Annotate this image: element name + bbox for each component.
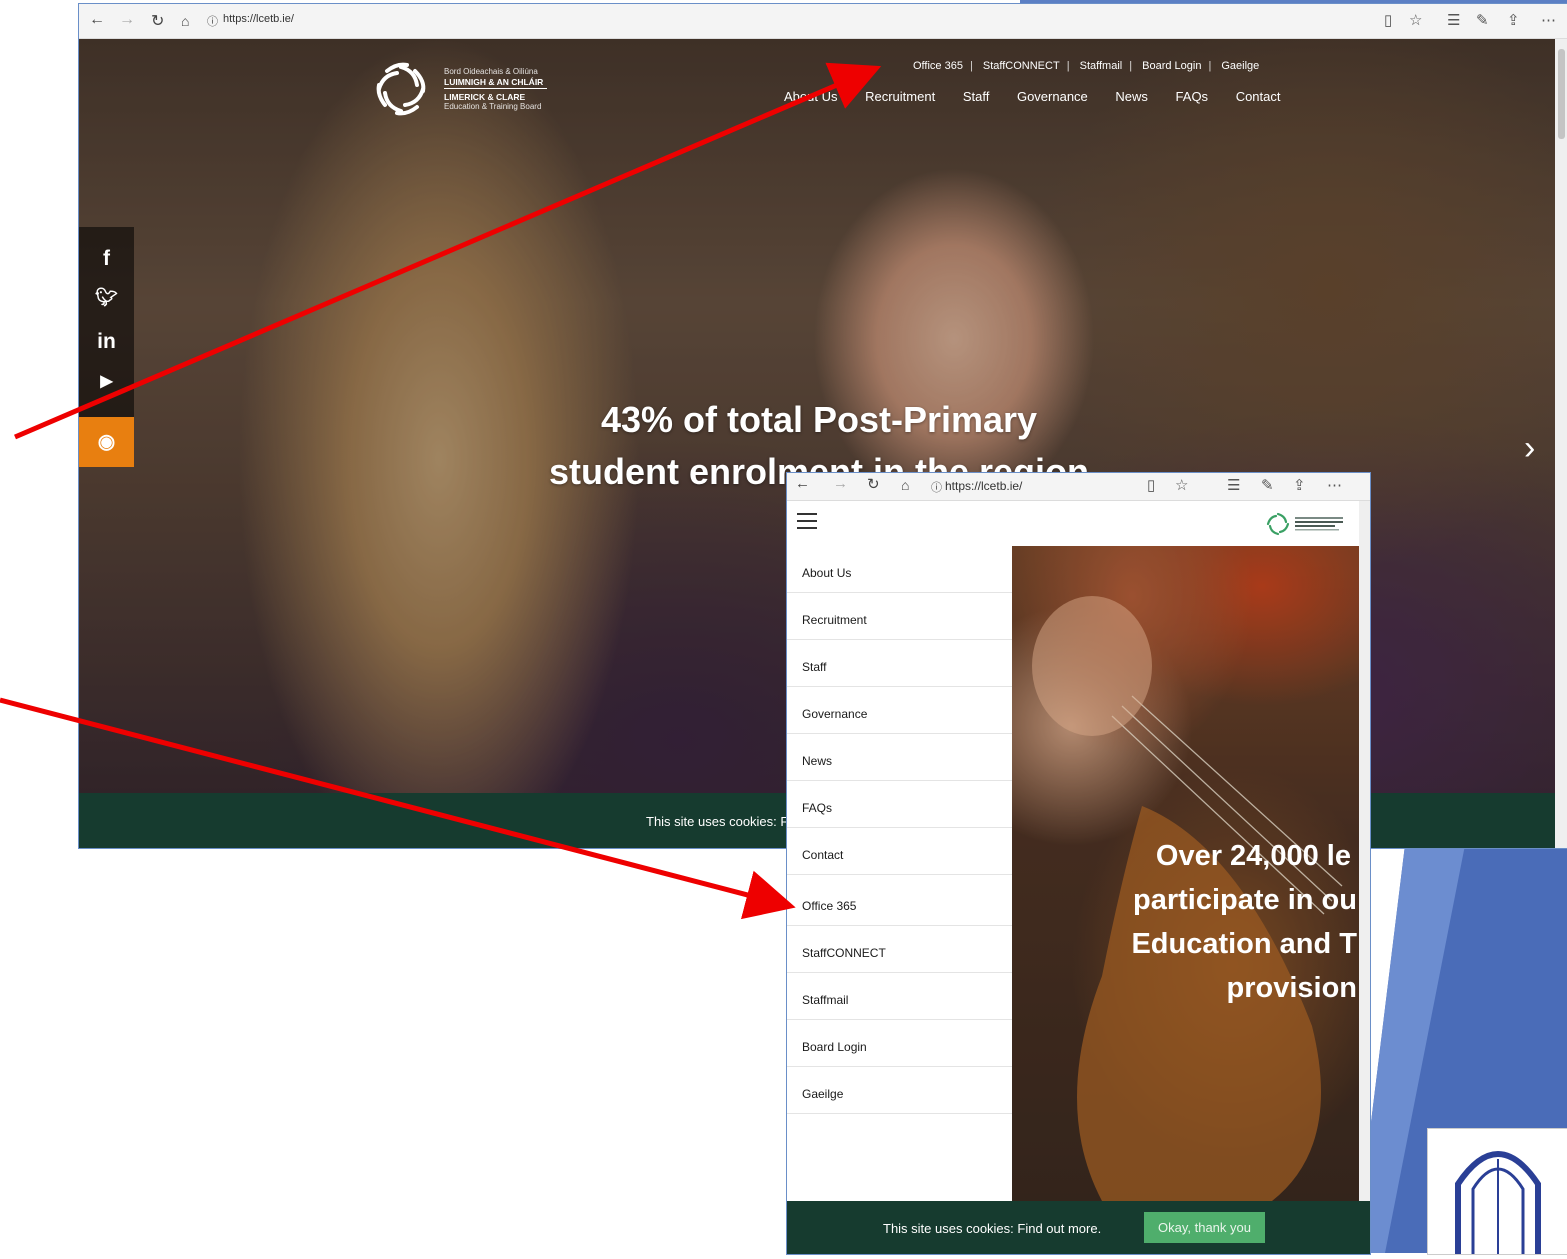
menu-item-label: FAQs	[802, 801, 833, 815]
top-links: Office 365 | StaffCONNECT | Staffmail | Boa…	[913, 60, 1260, 72]
small-headline-line-4: provision	[1226, 972, 1357, 1004]
menu-item-recruitment[interactable]: Recruitment	[787, 593, 1012, 640]
address-bar[interactable]: https://lcetb.ie/	[223, 13, 294, 25]
mobile-menu: About Us Recruitment Staff Governance Ne…	[787, 546, 1012, 1201]
site-logo-small[interactable]	[1265, 511, 1347, 537]
mobile-browser-window: ← → ↻ ⌂ ⓘ https://lcetb.ie/ ▯ ☆ ☰ ✎ ⇪ ⋯ …	[786, 472, 1371, 1255]
share-icon[interactable]: ⇪	[1293, 476, 1306, 494]
slider-next-icon[interactable]: ›	[1524, 429, 1535, 468]
menu-item-label: Board Login	[802, 1040, 867, 1054]
cookie-accept-button[interactable]: Okay, thank you	[1144, 1212, 1265, 1243]
small-headline-line-1: Over 24,000 le	[1155, 840, 1351, 872]
top-link-staffconnect[interactable]: StaffCONNECT	[983, 60, 1060, 72]
menu-item-label: About Us	[802, 566, 852, 580]
top-link-staffmail[interactable]: Staffmail	[1080, 60, 1123, 72]
more-icon[interactable]: ⋯	[1541, 11, 1556, 29]
favorites-list-icon[interactable]: ☰	[1447, 11, 1460, 29]
refresh-icon[interactable]: ↻	[151, 11, 164, 31]
favorite-star-icon[interactable]: ☆	[1175, 476, 1188, 494]
hero-image-small: Over 24,000 le participate in ou Educati…	[1012, 546, 1359, 1201]
pen-icon[interactable]: ✎	[1476, 11, 1489, 29]
nav-news[interactable]: News	[1115, 89, 1148, 104]
reading-view-icon[interactable]: ▯	[1384, 11, 1392, 29]
menu-item-label: Governance	[802, 707, 868, 721]
twitter-icon[interactable]: 🐦︎	[79, 287, 134, 308]
slide-seal-image	[1427, 1128, 1567, 1255]
menu-item-governance[interactable]: Governance	[787, 687, 1012, 734]
menu-item-contact[interactable]: Contact	[787, 828, 1012, 875]
home-icon[interactable]: ⌂	[181, 13, 189, 29]
top-link-board-login[interactable]: Board Login	[1142, 60, 1201, 72]
linkedin-icon[interactable]: in	[79, 330, 134, 354]
menu-item-staffmail[interactable]: Staffmail	[787, 973, 1012, 1020]
spiral-logo-icon	[376, 62, 426, 116]
logo-line-2: LUIMNIGH & AN CHLÁIR	[444, 77, 544, 87]
home-icon[interactable]: ⌂	[901, 477, 909, 493]
youtube-icon[interactable]: ▶	[79, 371, 134, 391]
menu-item-label: Gaeilge	[802, 1087, 844, 1101]
top-link-office365[interactable]: Office 365	[913, 60, 963, 72]
accessibility-button[interactable]: ◉	[79, 417, 134, 467]
menu-item-news[interactable]: News	[787, 734, 1012, 781]
logo-line-4: Education & Training Board	[444, 102, 542, 111]
favorites-list-icon[interactable]: ☰	[1227, 476, 1240, 494]
menu-item-office365[interactable]: Office 365	[787, 879, 1012, 926]
menu-item-label: Recruitment	[802, 613, 867, 627]
menu-item-label: News	[802, 754, 833, 768]
vertical-scrollbar[interactable]	[1555, 39, 1567, 848]
forward-icon[interactable]: →	[119, 11, 135, 29]
small-hero-headline: Over 24,000 le participate in ou Educati…	[1012, 834, 1359, 1010]
cookie-text: This site uses cookies: F	[646, 814, 789, 829]
menu-item-gaeilge[interactable]: Gaeilge	[787, 1067, 1012, 1114]
back-icon[interactable]: ←	[795, 475, 810, 492]
menu-item-staff[interactable]: Staff	[787, 640, 1012, 687]
share-icon[interactable]: ⇪	[1507, 11, 1520, 29]
nav-about-us[interactable]: About Us	[784, 89, 837, 104]
menu-item-board-login[interactable]: Board Login	[787, 1020, 1012, 1067]
cookie-text-small: This site uses cookies: Find out more.	[883, 1221, 1102, 1236]
small-headline-line-2: participate in ou	[1133, 884, 1357, 916]
main-nav: About Us Recruitment Staff Governance Ne…	[784, 89, 1305, 104]
menu-item-about-us[interactable]: About Us	[787, 546, 1012, 593]
site-logo[interactable]: Bord Oideachais & Oiliúna LUIMNIGH & AN …	[369, 57, 559, 127]
pen-icon[interactable]: ✎	[1261, 476, 1274, 494]
facebook-icon[interactable]: f	[79, 247, 134, 271]
nav-faqs[interactable]: FAQs	[1176, 89, 1209, 104]
more-icon[interactable]: ⋯	[1327, 476, 1342, 494]
site-info-icon[interactable]: ⓘ	[207, 13, 218, 29]
hamburger-menu-icon[interactable]	[797, 513, 817, 529]
refresh-icon[interactable]: ↻	[867, 475, 880, 493]
logo-line-3: LIMERICK & CLARE	[444, 92, 526, 102]
small-headline-line-3: Education and T	[1131, 928, 1357, 960]
browser-toolbar: ← → ↻ ⌂ ⓘ https://lcetb.ie/ ▯ ☆ ☰ ✎ ⇪ ⋯	[79, 4, 1567, 39]
menu-item-label: Staffmail	[802, 993, 849, 1007]
nav-staff[interactable]: Staff	[963, 89, 990, 104]
back-icon[interactable]: ←	[89, 11, 105, 29]
favorite-star-icon[interactable]: ☆	[1409, 11, 1422, 29]
browser-toolbar-small: ← → ↻ ⌂ ⓘ https://lcetb.ie/ ▯ ☆ ☰ ✎ ⇪ ⋯	[787, 473, 1370, 501]
address-bar[interactable]: https://lcetb.ie/	[945, 479, 1022, 493]
site-info-icon[interactable]: ⓘ	[931, 479, 942, 495]
hero-headline-line-1: 43% of total Post-Primary	[600, 399, 1038, 440]
top-link-gaeilge[interactable]: Gaeilge	[1221, 60, 1259, 72]
menu-item-label: Contact	[802, 848, 844, 862]
logo-line-1: Bord Oideachais & Oiliúna	[444, 67, 538, 76]
mobile-header	[787, 501, 1370, 546]
vertical-scrollbar-small[interactable]	[1359, 501, 1370, 1201]
menu-item-staffconnect[interactable]: StaffCONNECT	[787, 926, 1012, 973]
menu-item-label: Staff	[802, 660, 827, 674]
menu-item-label: Office 365	[802, 899, 857, 913]
social-sidebar: f 🐦︎ in ▶ ◉	[79, 227, 134, 467]
menu-item-label: StaffCONNECT	[802, 946, 886, 960]
nav-contact[interactable]: Contact	[1236, 89, 1281, 104]
nav-governance[interactable]: Governance	[1017, 89, 1088, 104]
accessibility-icon: ◉	[97, 431, 116, 453]
reading-view-icon[interactable]: ▯	[1147, 476, 1155, 494]
cookie-banner-small: This site uses cookies: Find out more. O…	[787, 1201, 1370, 1254]
menu-item-faqs[interactable]: FAQs	[787, 781, 1012, 828]
nav-recruitment[interactable]: Recruitment	[865, 89, 935, 104]
forward-icon[interactable]: →	[833, 475, 848, 492]
